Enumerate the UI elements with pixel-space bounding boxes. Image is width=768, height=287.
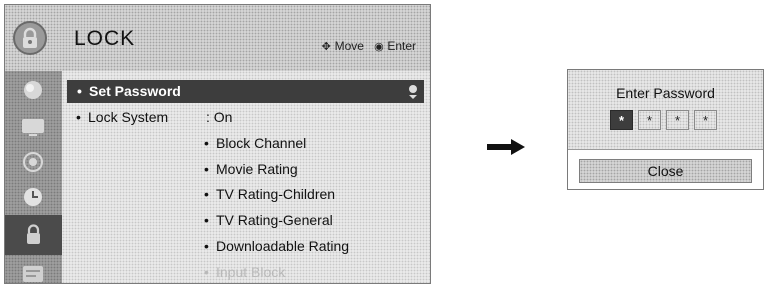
enter-password-dialog: Enter Password * * * * Close [567, 69, 764, 190]
menu-header: LOCK ✥ Move ◉ Enter [5, 5, 430, 71]
move-arrows-icon: ✥ [321, 41, 331, 53]
category-sidebar [5, 71, 62, 283]
lock-menu-content: • Set Password • Lock System : On • Block C… [62, 71, 430, 283]
close-button[interactable]: Close [579, 159, 752, 183]
pin-digit-4[interactable]: * [694, 110, 717, 130]
enter-hint-label: Enter [387, 39, 416, 53]
menu-item-tv-rating-general[interactable]: • TV Rating-General [204, 212, 333, 228]
lock-system-value: : On [206, 109, 233, 125]
screen-icon[interactable] [17, 114, 49, 140]
menu-item-lock-system[interactable]: • Lock System [76, 109, 168, 125]
menu-item-movie-rating[interactable]: • Movie Rating [204, 161, 298, 177]
lock-menu-panel: LOCK ✥ Move ◉ Enter • Set Password • Loc… [4, 4, 431, 284]
menu-item-set-password[interactable]: • Set Password [67, 80, 424, 103]
bullet-icon: • [204, 135, 209, 151]
sidebar-item-lock[interactable] [5, 215, 62, 255]
clock-icon[interactable] [17, 184, 49, 210]
pin-digit-2[interactable]: * [638, 110, 661, 130]
move-hint-label: Move [334, 39, 364, 53]
dialog-title: Enter Password [616, 85, 715, 101]
menu-item-input-block[interactable]: • Input Block [204, 264, 285, 280]
downloadable-rating-label: Downloadable Rating [216, 238, 350, 254]
right-arrow-icon [487, 139, 525, 155]
set-password-label: Set Password [89, 83, 181, 99]
bullet-icon: • [204, 186, 209, 202]
menu-item-block-channel[interactable]: • Block Channel [204, 135, 306, 151]
pin-digit-3[interactable]: * [666, 110, 689, 130]
bullet-icon: • [204, 161, 209, 177]
bullet-icon: • [204, 238, 209, 254]
lock-icon [27, 224, 40, 244]
lock-system-label: Lock System [88, 109, 169, 125]
navigation-hint: ✥ Move ◉ Enter [321, 39, 416, 53]
menu-item-tv-rating-children[interactable]: • TV Rating-Children [204, 186, 335, 202]
audio-icon[interactable] [17, 149, 49, 175]
pin-digit-1[interactable]: * [610, 110, 633, 130]
menu-title: LOCK [74, 27, 136, 50]
lock-icon [13, 21, 47, 55]
enter-button-icon: ◉ [374, 41, 384, 53]
tv-rating-general-label: TV Rating-General [216, 212, 333, 228]
block-channel-label: Block Channel [216, 135, 307, 151]
bullet-icon: • [204, 264, 209, 280]
bullet-icon: • [76, 109, 81, 125]
bullet-icon: • [204, 212, 209, 228]
picture-icon[interactable] [17, 78, 49, 104]
dialog-divider [568, 149, 763, 150]
input-block-label: Input Block [216, 264, 286, 280]
bullet-icon: • [77, 83, 82, 99]
tv-rating-children-label: TV Rating-Children [216, 186, 336, 202]
menu-item-downloadable-rating[interactable]: • Downloadable Rating [204, 238, 349, 254]
scroll-updown-icon [409, 85, 417, 99]
option-icon[interactable] [17, 261, 49, 283]
movie-rating-label: Movie Rating [216, 161, 298, 177]
